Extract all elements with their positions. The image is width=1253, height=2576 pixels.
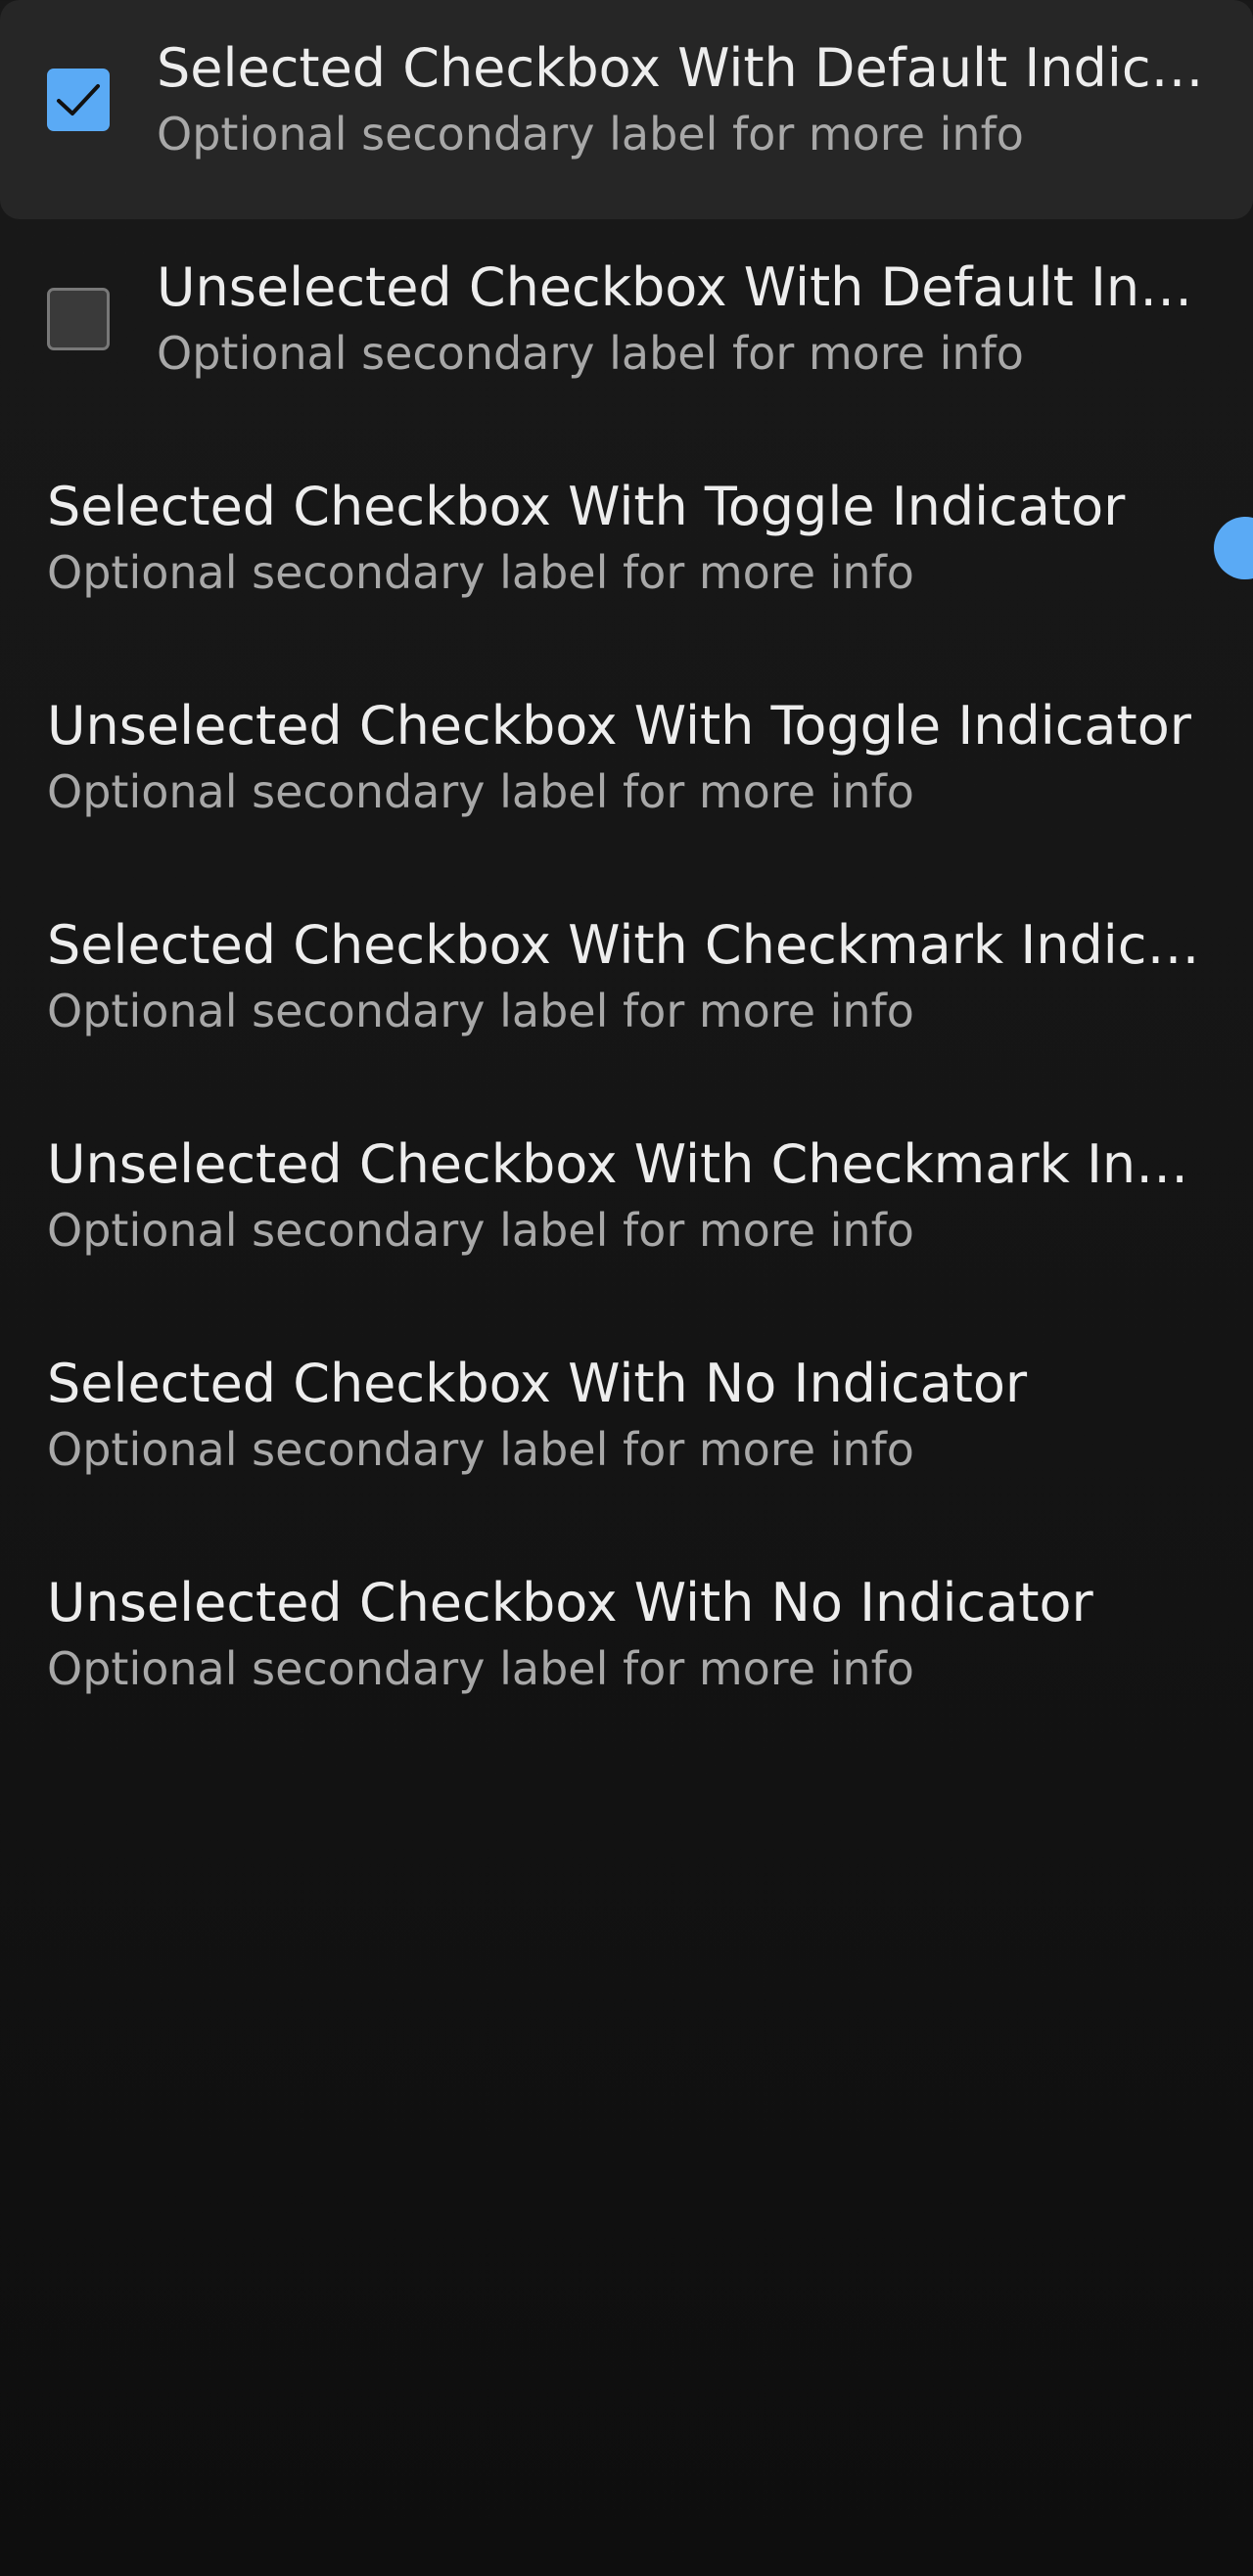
checkbox-list: Selected Checkbox With Default Indicator… (0, 0, 1253, 1754)
list-item-unselected-checkmark[interactable]: Unselected Checkbox With Checkmark Indic… (0, 1096, 1253, 1315)
checkbox-unchecked-icon[interactable] (47, 288, 110, 350)
list-item-text: Unselected Checkbox With No Indicator Op… (47, 1568, 1206, 1699)
list-item-label: Unselected Checkbox With No Indicator (47, 1572, 1093, 1633)
list-item-label: Selected Checkbox With No Indicator (47, 1353, 1028, 1414)
list-item-unselected-default[interactable]: Unselected Checkbox With Default Indicat… (0, 219, 1253, 438)
toggle-knob-icon[interactable] (1214, 517, 1253, 579)
list-item-secondary-label: Optional secondary label for more info (47, 765, 914, 818)
list-item-selected-none[interactable]: Selected Checkbox With No Indicator Opti… (0, 1315, 1253, 1535)
list-item-text: Unselected Checkbox With Checkmark Indic… (47, 1129, 1206, 1261)
list-item-selected-checkmark[interactable]: Selected Checkbox With Checkmark Indicat… (0, 877, 1253, 1096)
list-item-secondary-label: Optional secondary label for more info (157, 327, 1024, 380)
list-item-selected-toggle[interactable]: Selected Checkbox With Toggle Indicator … (0, 438, 1253, 658)
list-item-label: Selected Checkbox With Checkmark Indicat… (47, 914, 1206, 976)
list-item-text: Selected Checkbox With Checkmark Indicat… (47, 910, 1206, 1041)
list-item-text: Selected Checkbox With Toggle Indicator … (47, 472, 1206, 603)
list-item-secondary-label: Optional secondary label for more info (47, 985, 914, 1037)
list-item-unselected-toggle[interactable]: Unselected Checkbox With Toggle Indicato… (0, 658, 1253, 877)
list-item-text: Selected Checkbox With No Indicator Opti… (47, 1349, 1206, 1480)
list-item-secondary-label: Optional secondary label for more info (47, 1204, 914, 1257)
list-item-label: Unselected Checkbox With Default Indicat… (157, 256, 1220, 318)
list-item-selected-default[interactable]: Selected Checkbox With Default Indicator… (0, 0, 1253, 219)
list-item-secondary-label: Optional secondary label for more info (157, 108, 1024, 161)
checkbox-checked-icon[interactable] (47, 69, 110, 131)
list-item-secondary-label: Optional secondary label for more info (47, 1423, 914, 1476)
list-item-label: Unselected Checkbox With Checkmark Indic… (47, 1133, 1206, 1195)
list-item-label: Selected Checkbox With Default Indicator (157, 37, 1220, 99)
list-item-secondary-label: Optional secondary label for more info (47, 546, 914, 599)
list-item-label: Selected Checkbox With Toggle Indicator (47, 476, 1126, 537)
list-item-text: Unselected Checkbox With Toggle Indicato… (47, 691, 1206, 822)
list-item-label: Unselected Checkbox With Toggle Indicato… (47, 695, 1191, 757)
list-item-text: Unselected Checkbox With Default Indicat… (157, 253, 1220, 384)
list-item-text: Selected Checkbox With Default Indicator… (157, 33, 1220, 164)
list-item-unselected-none[interactable]: Unselected Checkbox With No Indicator Op… (0, 1535, 1253, 1754)
list-item-secondary-label: Optional secondary label for more info (47, 1642, 914, 1695)
